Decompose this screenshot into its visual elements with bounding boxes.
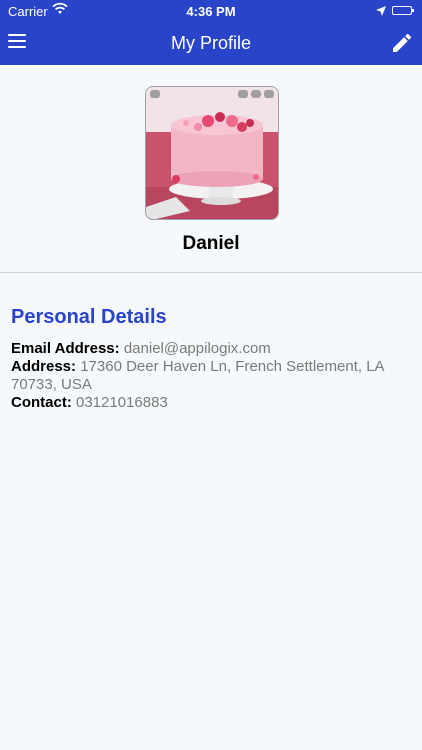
close-icon [150,90,160,98]
divider [0,272,422,273]
location-arrow-icon [376,4,386,19]
cake-photo [146,87,278,219]
battery-icon [392,6,414,15]
profile-name: Daniel [182,233,240,254]
expand-icon [238,90,248,98]
avatar[interactable] [145,86,279,220]
save-icon [264,90,274,98]
address-row: Address: 17360 Deer Haven Ln, French Set… [11,358,411,394]
share-icon [251,90,261,98]
contact-row: Contact: 03121016883 [11,394,411,412]
section-title-personal-details: Personal Details [11,306,167,328]
personal-details: Email Address: daniel@appilogix.com Addr… [11,340,411,412]
page-title: My Profile [170,33,251,53]
email-value: daniel@appilogix.com [123,340,271,357]
pencil-icon [393,33,412,52]
status-time: 4:36 PM [186,4,236,19]
nav-bar: My Profile [0,22,422,65]
edit-profile-button[interactable] [390,31,414,55]
address-label: Address: [11,358,77,375]
email-row: Email Address: daniel@appilogix.com [11,340,411,358]
email-label: Email Address: [11,340,120,357]
status-bar: Carrier 4:36 PM [0,0,422,22]
contact-label: Contact: [11,394,72,411]
contact-value: 03121016883 [76,394,168,411]
